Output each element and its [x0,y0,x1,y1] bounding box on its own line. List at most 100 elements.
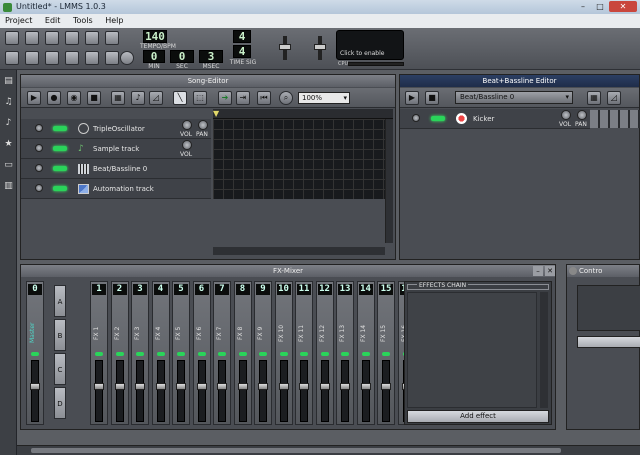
save-project-icon[interactable] [65,31,79,45]
mute-toggle[interactable] [218,352,226,356]
add-automation-track-icon[interactable]: ◿ [149,91,163,105]
mute-toggle[interactable] [382,352,390,356]
menu-help[interactable]: Help [100,14,128,28]
mute-toggle[interactable] [320,352,329,356]
volume-fader[interactable] [196,360,207,422]
mute-toggle[interactable] [238,352,247,356]
volume-fader[interactable] [319,360,330,422]
controller-list[interactable] [577,285,640,331]
mute-toggle[interactable] [53,126,67,131]
volume-fader[interactable] [217,360,227,422]
stop-icon[interactable]: ■ [87,91,101,105]
fx-channel[interactable]: 3 FX 3 [131,281,149,425]
menu-project[interactable]: Project [0,14,37,28]
fx-channel[interactable]: 12 FX 12 [315,281,334,425]
volume-fader[interactable] [360,360,371,422]
fx-channel[interactable]: 7 FX 7 [213,281,231,425]
tempo-display[interactable]: 140 [143,30,167,43]
add-automation-icon[interactable]: ◿ [607,91,621,105]
gear-icon[interactable] [35,124,43,132]
project-notes-icon[interactable] [105,51,119,65]
track-name[interactable]: TripleOscillator [93,125,145,133]
export-tracks-icon[interactable] [105,31,119,45]
song-horizontal-scrollbar[interactable] [213,247,385,255]
song-editor-icon[interactable] [5,51,19,65]
time-sig-denominator[interactable]: 4 [233,45,251,58]
mute-toggle[interactable] [431,116,445,121]
mute-toggle[interactable] [156,352,165,356]
mute-toggle[interactable] [341,352,349,356]
mute-toggle[interactable] [177,352,185,356]
minimize-button[interactable]: – [575,1,591,12]
my-presets-icon[interactable]: ★ [3,139,14,150]
fx-mixer-icon[interactable] [85,51,99,65]
gear-icon[interactable] [35,184,43,192]
volume-fader[interactable] [155,360,166,422]
root-directory-icon[interactable]: ▥ [3,181,14,192]
time-sig-numerator[interactable]: 4 [233,30,251,43]
fx-channel[interactable]: 15 FX 15 [377,281,395,425]
track-name[interactable]: Sample track [93,145,139,153]
menu-edit[interactable]: Edit [40,14,66,28]
menu-tools[interactable]: Tools [68,14,98,28]
bank-c-button[interactable]: C [54,353,66,385]
gear-icon[interactable] [35,164,43,172]
fx-channel[interactable]: 4 FX 4 [151,281,170,425]
mute-toggle[interactable] [31,352,39,356]
new-project-icon[interactable] [5,31,19,45]
close-button[interactable]: ✕ [545,266,555,276]
volume-fader[interactable] [278,360,289,422]
master-channel[interactable]: 0 Master [26,281,44,425]
master-volume-slider[interactable] [279,36,291,60]
zoom-select[interactable]: 100% ▾ [298,92,350,104]
mute-toggle[interactable] [53,186,67,191]
bb-step-buttons[interactable] [590,110,640,128]
new-from-template-icon[interactable] [25,31,39,45]
add-sample-track-icon[interactable]: ♪ [131,91,145,105]
song-pattern-grid[interactable] [213,119,385,199]
stop-behaviour-icon[interactable]: ⏮ [257,91,271,105]
loop-points-icon[interactable]: ⇥ [236,91,250,105]
bank-b-button[interactable]: B [54,319,66,351]
song-timeline[interactable]: ▼ [213,109,393,119]
add-beat-track-icon[interactable]: ▦ [111,91,125,105]
volume-knob[interactable] [182,120,192,130]
pan-knob[interactable] [577,110,587,120]
stop-icon[interactable]: ■ [425,91,439,105]
fx-channel[interactable]: 14 FX 14 [356,281,375,425]
fx-channel[interactable]: 9 FX 9 [254,281,272,425]
play-icon[interactable]: ▶ [27,91,41,105]
effects-scrollbar[interactable] [540,292,548,408]
my-home-icon[interactable]: ▭ [3,160,14,171]
export-icon[interactable] [85,31,99,45]
fx-channel[interactable]: 11 FX 11 [295,281,313,425]
mute-toggle[interactable] [259,352,267,356]
bb-pattern-select[interactable]: Beat/Bassline 0 ▾ [455,91,573,104]
fx-channel[interactable]: 6 FX 6 [192,281,211,425]
volume-fader[interactable] [94,360,104,422]
fx-channel[interactable]: 10 FX 10 [274,281,293,425]
fx-channel[interactable]: 13 FX 13 [336,281,354,425]
mute-toggle[interactable] [115,352,124,356]
track-name[interactable]: Automation track [93,185,154,193]
piano-roll-icon[interactable] [45,51,59,65]
mute-toggle[interactable] [53,146,67,151]
controller-rack-icon[interactable] [120,51,134,65]
play-icon[interactable]: ▶ [405,91,419,105]
instrument-plugins-icon[interactable]: ▤ [3,76,14,87]
fx-channel[interactable]: 8 FX 8 [233,281,252,425]
volume-knob[interactable] [182,140,192,150]
mute-toggle[interactable] [300,352,308,356]
master-pitch-slider[interactable] [314,36,326,60]
beat-bassline-editor-icon[interactable] [25,51,39,65]
volume-fader[interactable] [381,360,391,422]
mute-toggle[interactable] [279,352,288,356]
open-project-icon[interactable] [45,31,59,45]
fx-channel[interactable]: 1 FX 1 [90,281,108,425]
volume-knob[interactable] [561,110,571,120]
volume-fader[interactable] [30,360,40,422]
playhead-marker-icon[interactable]: ▼ [213,110,219,118]
my-samples-icon[interactable]: ♪ [3,118,14,129]
bb-track-name[interactable]: Kicker [473,115,494,123]
fx-channel[interactable]: 5 FX 5 [172,281,190,425]
